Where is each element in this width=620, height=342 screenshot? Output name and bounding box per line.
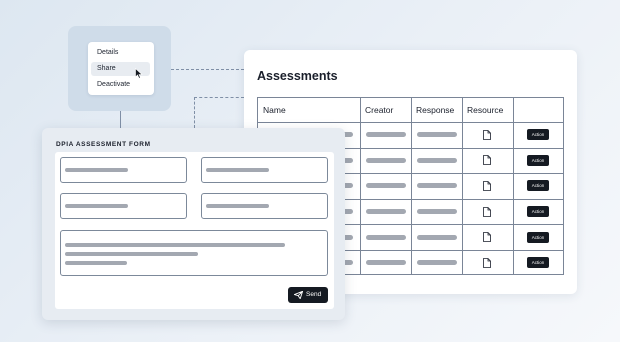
document-icon[interactable] bbox=[483, 129, 491, 140]
placeholder-bar bbox=[206, 204, 269, 208]
send-button[interactable]: Send bbox=[288, 287, 328, 303]
text-field[interactable] bbox=[60, 157, 187, 183]
placeholder-bar bbox=[417, 157, 457, 163]
menu-item-details[interactable]: Details bbox=[91, 46, 150, 60]
paper-plane-icon bbox=[294, 291, 303, 299]
placeholder-bar bbox=[366, 234, 406, 240]
document-icon[interactable] bbox=[483, 257, 491, 268]
placeholder-bar bbox=[366, 260, 406, 266]
placeholder-bar bbox=[366, 209, 406, 215]
placeholder-bar bbox=[417, 209, 457, 215]
form-body: Send bbox=[55, 152, 334, 309]
document-icon[interactable] bbox=[483, 155, 491, 166]
placeholder-bar bbox=[417, 234, 457, 240]
placeholder-bar bbox=[65, 243, 285, 247]
column-header-creator[interactable]: Creator bbox=[360, 98, 411, 122]
connector-line bbox=[171, 69, 244, 70]
dpia-form-card: DPIA ASSESSMENT FORM Send bbox=[42, 128, 345, 320]
column-header-action bbox=[513, 98, 564, 122]
action-button[interactable]: Action bbox=[527, 180, 549, 192]
textarea-field[interactable] bbox=[60, 230, 328, 276]
column-header-name[interactable]: Name bbox=[258, 98, 360, 122]
placeholder-bar bbox=[417, 183, 457, 189]
placeholder-bar bbox=[366, 132, 406, 138]
text-field[interactable] bbox=[201, 193, 328, 219]
placeholder-bar bbox=[417, 260, 457, 266]
placeholder-bar bbox=[366, 157, 406, 163]
document-icon[interactable] bbox=[483, 206, 491, 217]
placeholder-bar bbox=[206, 168, 269, 172]
document-icon[interactable] bbox=[483, 181, 491, 191]
action-button[interactable]: Action bbox=[527, 206, 549, 218]
connector-line bbox=[194, 97, 195, 128]
action-button[interactable]: Action bbox=[527, 257, 549, 269]
placeholder-bar bbox=[366, 183, 406, 189]
send-label: Send bbox=[306, 291, 322, 298]
placeholder-bar bbox=[65, 204, 128, 208]
document-icon[interactable] bbox=[483, 232, 491, 243]
connector-line bbox=[120, 111, 121, 128]
column-header-resource[interactable]: Resource bbox=[462, 98, 513, 122]
placeholder-bar bbox=[417, 132, 457, 138]
mouse-pointer-icon bbox=[135, 68, 143, 79]
action-button[interactable]: Action bbox=[527, 231, 549, 243]
context-menu: Details Share Deactivate bbox=[88, 42, 154, 95]
menu-item-deactivate[interactable]: Deactivate bbox=[91, 78, 150, 92]
placeholder-bar bbox=[65, 168, 128, 172]
action-button[interactable]: Action bbox=[527, 154, 549, 166]
assessments-title: Assessments bbox=[257, 69, 338, 83]
form-title: DPIA ASSESSMENT FORM bbox=[56, 141, 151, 148]
placeholder-bar bbox=[65, 261, 127, 265]
connector-line bbox=[194, 97, 244, 98]
text-field[interactable] bbox=[201, 157, 328, 183]
placeholder-bar bbox=[65, 252, 198, 256]
text-field[interactable] bbox=[60, 193, 187, 219]
action-button[interactable]: Action bbox=[527, 129, 549, 141]
column-header-response[interactable]: Response bbox=[411, 98, 462, 122]
